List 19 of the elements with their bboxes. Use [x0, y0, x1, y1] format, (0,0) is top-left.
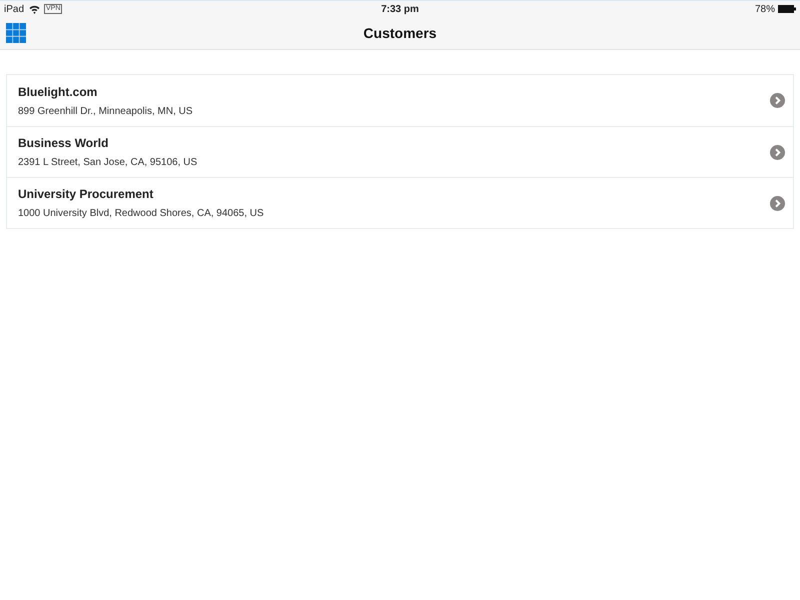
customer-row[interactable]: University Procurement 1000 University Blvd, Redwood Shores, CA, 94065, US	[7, 177, 793, 228]
wifi-icon	[29, 4, 40, 14]
customer-name: University Procurement	[18, 186, 154, 203]
grid-menu-icon[interactable]	[6, 23, 26, 43]
customer-row[interactable]: Business World 2391 L Street, San Jose, CA, 95106, US	[7, 126, 793, 177]
customer-address: 899 Greenhill Dr., Minneapolis, MN, US	[18, 104, 194, 118]
battery-percent: 78%	[754, 2, 775, 16]
customer-address: 2391 L Street, San Jose, CA, 95106, US	[18, 156, 198, 170]
chevron-icon	[770, 196, 785, 210]
customer-name: Business World	[18, 135, 110, 152]
customer-name: Bluelight.com	[18, 84, 98, 100]
customer-address: 1000 University Blvd, Redwood Shores, CA, 94065, US	[18, 207, 265, 221]
device-name: iPad	[4, 2, 24, 16]
page-title: Customers	[363, 24, 437, 42]
status-time: 7:33 pm	[381, 2, 419, 16]
battery-icon	[778, 5, 796, 13]
chevron-icon	[770, 144, 785, 160]
customer-row[interactable]: Bluelight.com 899 Greenhill Dr., Minneapolis, MN, US	[7, 75, 793, 126]
chevron-icon	[770, 93, 785, 108]
